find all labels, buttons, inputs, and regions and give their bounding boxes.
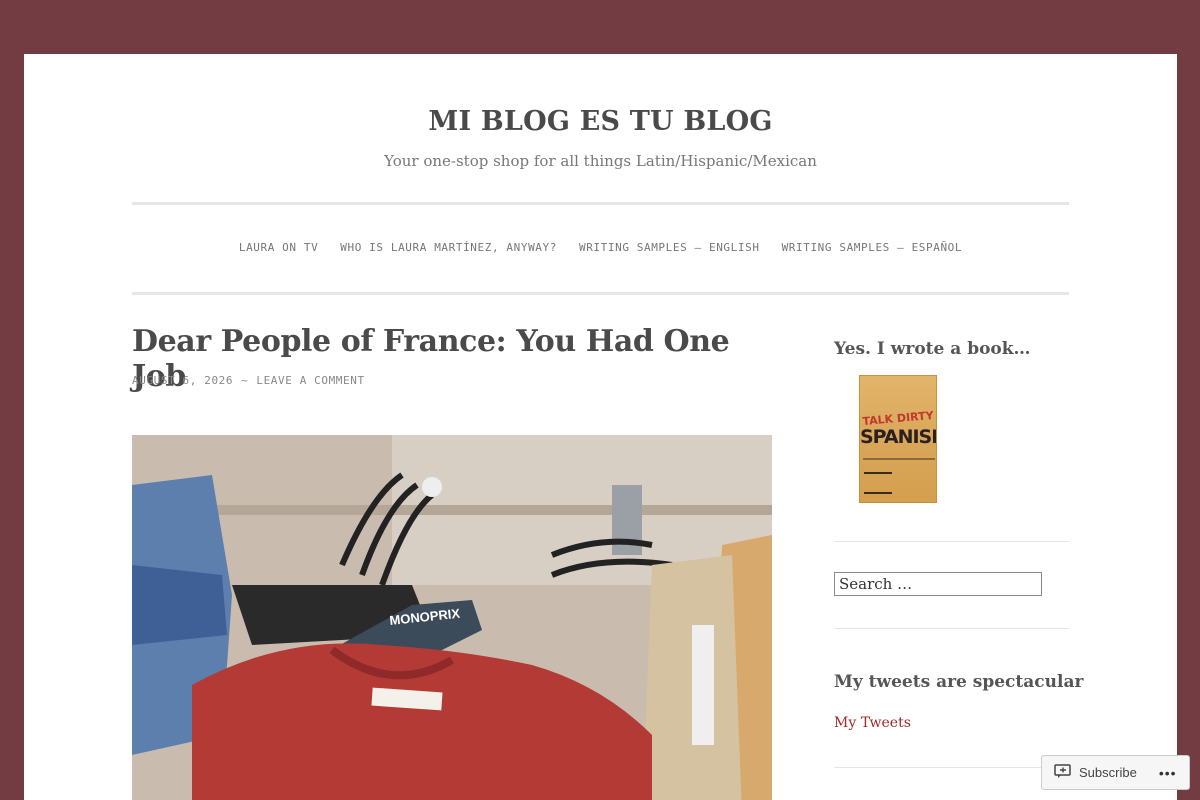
book-cover-stripe: [863, 458, 935, 460]
nav-item-writing-english[interactable]: WRITING SAMPLES – ENGLISH: [579, 241, 760, 254]
follow-icon[interactable]: [1054, 763, 1071, 782]
book-cover-mark: [864, 472, 892, 494]
nav-divider: [132, 292, 1069, 295]
search-input[interactable]: [834, 572, 1042, 596]
main-navigation: LAURA ON TV WHO IS LAURA MARTÍNEZ, ANYWA…: [132, 241, 1069, 254]
book-cover-image[interactable]: TALK DIRTY SPANISH: [859, 375, 937, 503]
meta-separator: ~: [241, 374, 249, 387]
more-options-icon[interactable]: •••: [1159, 765, 1177, 781]
post-meta: AUGUST 6, 2026 ~ LEAVE A COMMENT: [132, 374, 365, 387]
site-description: Your one-stop shop for all things Latin/…: [384, 152, 817, 170]
nav-item-who-is-laura[interactable]: WHO IS LAURA MARTÍNEZ, ANYWAY?: [340, 241, 557, 254]
subscribe-button[interactable]: Subscribe: [1079, 765, 1137, 780]
tweets-widget-title: My tweets are spectacular: [834, 672, 1084, 692]
leave-comment-link[interactable]: LEAVE A COMMENT: [256, 374, 364, 387]
my-tweets-link[interactable]: My Tweets: [834, 715, 911, 731]
sidebar-divider: [834, 767, 1069, 768]
clothing-rack-photo: MONOPRIX: [132, 435, 772, 800]
page-container: MI BLOG ES TU BLOG Your one-stop shop fo…: [24, 54, 1177, 800]
nav-item-writing-espanol[interactable]: WRITING SAMPLES – ESPAÑOL: [782, 241, 963, 254]
site-title[interactable]: MI BLOG ES TU BLOG: [24, 106, 1177, 137]
post-featured-image: MONOPRIX: [132, 435, 772, 800]
sidebar-divider: [834, 541, 1069, 542]
book-cover-line2: SPANISH: [860, 426, 936, 448]
nav-item-laura-on-tv[interactable]: LAURA ON TV: [239, 241, 318, 254]
book-widget-title: Yes. I wrote a book…: [834, 339, 1031, 359]
sidebar-divider: [834, 628, 1069, 629]
subscribe-bar: Subscribe •••: [1041, 755, 1190, 790]
post-date[interactable]: AUGUST 6, 2026: [132, 374, 233, 387]
header-divider: [132, 202, 1069, 205]
